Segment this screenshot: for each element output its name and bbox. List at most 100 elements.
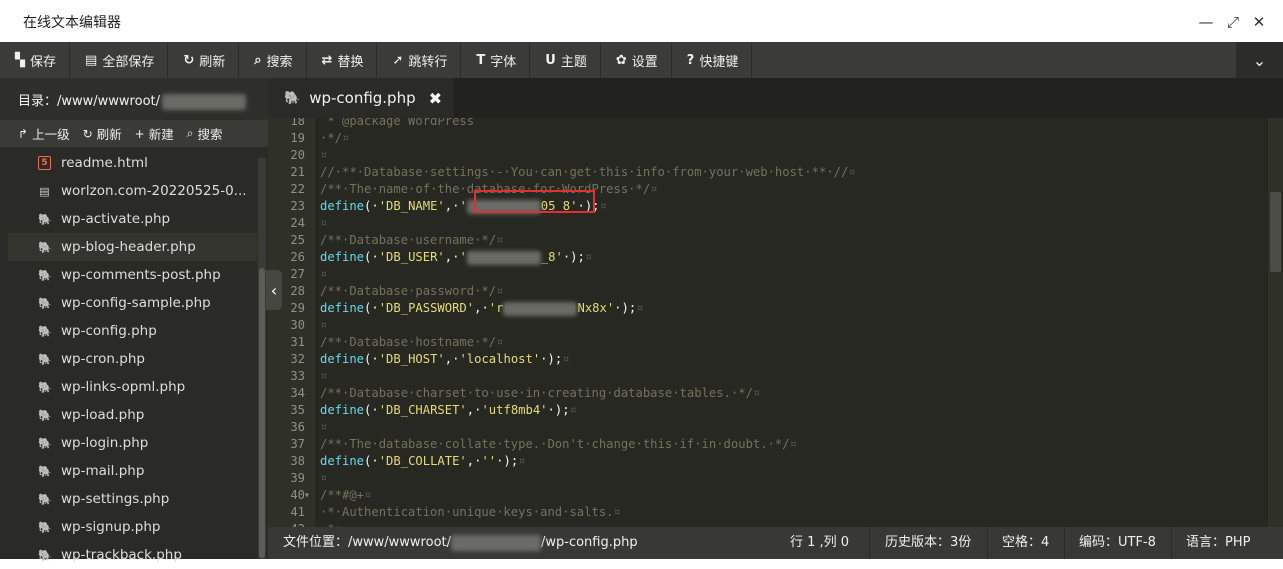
refresh-button[interactable]: ↻ 刷新 [168, 42, 240, 78]
tab-wp-config[interactable]: 🐘 wp-config.php ✖ [268, 78, 454, 118]
history-versions[interactable]: 历史版本：3份 [885, 527, 971, 559]
file-item[interactable]: 🐘 wp-config-sample.php [8, 289, 257, 317]
sidebar-action-search[interactable]: ⌕ 搜索 [187, 124, 223, 143]
code-token: (· [364, 250, 379, 264]
file-item[interactable]: 🐘 wp-links-opml.php [8, 373, 257, 401]
file-location-label: 文件位置：/www/wwwroot/ [283, 535, 451, 550]
code-line[interactable]: 30 ¤ [268, 317, 1268, 334]
code-token: ¤ [496, 284, 504, 298]
code-line[interactable]: 21 //·**·Database·settings·-·You·can·get·… [268, 164, 1268, 181]
code-line[interactable]: 24 ¤ [268, 215, 1268, 232]
file-item[interactable]: 🐘 wp-login.php [8, 429, 257, 457]
sidebar-collapse-button[interactable]: ‹ [266, 270, 282, 310]
encoding-setting[interactable]: 编码：UTF-8 [1079, 527, 1156, 559]
code-line[interactable]: 18 * @package WordPress [268, 118, 1268, 130]
php-elephant-icon: 🐘 [38, 352, 52, 366]
file-item[interactable]: 🐘 wp-cron.php [8, 345, 257, 373]
sidebar-scrollbar[interactable] [258, 158, 266, 559]
close-icon[interactable]: ✕ [1250, 13, 1268, 31]
line-number: 23 [290, 199, 305, 213]
code-line[interactable]: 31 /**·Database·hostname·*/¤ [268, 334, 1268, 351]
php-elephant-icon: 🐘 [38, 520, 52, 534]
language-setting[interactable]: 语言：PHP [1186, 527, 1250, 559]
maximize-icon[interactable]: ⤢ [1224, 13, 1242, 31]
theme-icon: U [545, 52, 556, 68]
code-editor[interactable]: 18 * @package WordPress 19 ·*/¤ 20 ¤ 21//·**·… [268, 118, 1283, 527]
cursor-position[interactable]: 行 1 ,列 0 [790, 527, 849, 559]
code-line[interactable]: 25 /**·Database·username·*/¤ [268, 232, 1268, 249]
fold-toggle-icon[interactable]: ▾ [304, 487, 310, 504]
tab-close-icon[interactable]: ✖ [429, 89, 442, 108]
sidebar-action-up-level[interactable]: ↱ 上一级 [18, 124, 70, 143]
indent-setting[interactable]: 空格：4 [1002, 527, 1049, 559]
code-token: ,· [444, 250, 460, 264]
toolbar-label: 快捷键 [699, 54, 739, 70]
code-line[interactable]: 37 /**·The·database·collate·type.·Don't·c… [268, 436, 1268, 453]
file-item[interactable]: ▤ worlzon.com-20220525-0... [8, 177, 257, 205]
code-token: ,· [444, 199, 460, 213]
code-line[interactable]: 32 define(·'DB_HOST',·'localhost'·);¤ [268, 351, 1268, 368]
code-line[interactable]: 22/**·The·name·of·the·database·for·WordP… [268, 181, 1268, 198]
chevron-down-icon: ⌄ [1252, 50, 1267, 70]
code-line[interactable]: 40 ▾ /**#@+¤ [268, 487, 1268, 504]
code-line[interactable]: 23 define(·'DB_NAME',·' 05_8'·);¤ [268, 198, 1268, 215]
file-item[interactable]: 🐘 wp-signup.php [8, 513, 257, 541]
code-text: /**·Database·charset·to·use·in·creating·… [320, 385, 760, 402]
file-item[interactable]: 5 readme.html [8, 149, 257, 177]
file-item[interactable]: 🐘 wp-mail.php [8, 457, 257, 485]
theme-button[interactable]: U 主题 [530, 42, 601, 78]
save-button[interactable]: ▚ 保存 [0, 42, 71, 78]
settings-button[interactable]: ✿ 设置 [601, 42, 672, 78]
code-line[interactable]: 38 define(·'DB_COLLATE',·''·);¤ [268, 453, 1268, 470]
code-line[interactable]: 41 ·*·Authentication·unique·keys·and·salt… [268, 504, 1268, 521]
code-line[interactable]: 26 define(·'DB_USER',·' _8'·);¤ [268, 249, 1268, 266]
editor-scrollbar[interactable] [1268, 118, 1283, 527]
file-item[interactable]: 🐘 wp-config.php [8, 317, 257, 345]
code-token: ¤ [848, 165, 856, 179]
toolbar-label: 刷新 [199, 54, 226, 70]
code-line[interactable]: 39 ¤ [268, 470, 1268, 487]
file-item[interactable]: 🐘 wp-blog-header.php [8, 233, 257, 261]
plus-icon: + [134, 126, 145, 141]
goto-line-button[interactable]: ➚ 跳转行 [377, 42, 462, 78]
sidebar-action-refresh[interactable]: ↻ 刷新 [83, 124, 122, 143]
code-line[interactable]: 29 define(·'DB_PASSWORD',·'r Nx8x'·);¤ [268, 300, 1268, 317]
file-item[interactable]: 🐘 wp-trackback.php [8, 541, 257, 569]
file-item[interactable]: 🐘 wp-settings.php [8, 485, 257, 513]
shortcuts-button[interactable]: ? 快捷键 [672, 42, 753, 78]
code-line[interactable]: 27 ¤ [268, 266, 1268, 283]
chevron-left-icon: ‹ [270, 280, 278, 300]
code-token: ¤ [562, 352, 570, 366]
php-elephant-icon: 🐘 [38, 436, 52, 450]
code-token: ' [459, 199, 467, 213]
sidebar-scrollbar-thumb[interactable] [259, 268, 265, 558]
file-name: wp-signup.php [61, 519, 161, 535]
code-token: ,· [474, 301, 489, 315]
minimize-icon[interactable]: — [1197, 13, 1215, 31]
file-item[interactable]: 🐘 wp-comments-post.php [8, 261, 257, 289]
file-item[interactable]: 🐘 wp-load.php [8, 401, 257, 429]
code-line[interactable]: 28/**·Database·password·*/¤ [268, 283, 1268, 300]
refresh-icon: ↻ [183, 52, 195, 68]
php-elephant-icon: 🐘 [38, 296, 52, 310]
code-token: ' [459, 250, 467, 264]
file-name: wp-cron.php [61, 351, 145, 367]
replace-button[interactable]: ⇄ 替换 [307, 42, 378, 78]
code-line[interactable]: 33 ¤ [268, 368, 1268, 385]
line-number: 31 [290, 335, 305, 349]
toolbar-collapse-button[interactable]: ⌄ [1236, 42, 1283, 78]
search-button[interactable]: ⌕ 搜索 [239, 42, 307, 78]
sidebar-action-plus[interactable]: + 新建 [135, 124, 174, 143]
code-line[interactable]: 34 /**·Database·charset·to·use·in·creatin… [268, 385, 1268, 402]
code-line[interactable]: 19 ·*/¤ [268, 130, 1268, 147]
file-name: worlzon.com-20220525-0... [61, 183, 247, 199]
php-elephant-icon: 🐘 [38, 380, 52, 394]
code-line[interactable]: 20 ¤ [268, 147, 1268, 164]
save-all-button[interactable]: ▤ 全部保存 [70, 42, 169, 78]
code-line[interactable]: 35 define(·'DB_CHARSET',·'utf8mb4'·);¤ [268, 402, 1268, 419]
font-button[interactable]: T 字体 [461, 42, 531, 78]
code-line[interactable]: 36 ¤ [268, 419, 1268, 436]
editor-scrollbar-thumb[interactable] [1270, 192, 1281, 272]
file-item[interactable]: 🐘 wp-activate.php [8, 205, 257, 233]
code-token: /**·Database·password·*/ [320, 284, 497, 298]
